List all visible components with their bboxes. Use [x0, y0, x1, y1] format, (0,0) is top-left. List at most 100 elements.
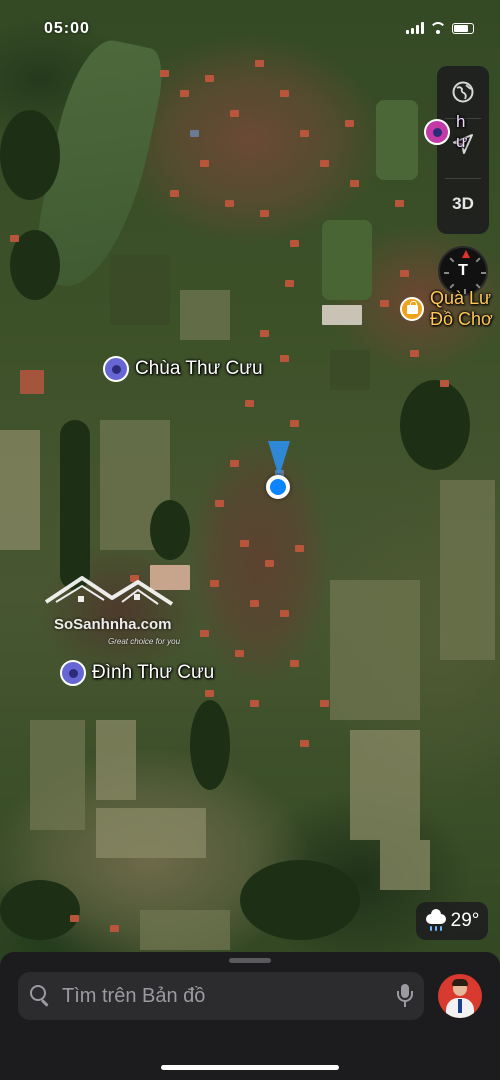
map-roof [280, 90, 289, 97]
map-roof [20, 370, 44, 394]
map-roof [260, 330, 269, 337]
map-roof [295, 545, 304, 552]
map-trees [240, 860, 360, 940]
current-location-marker[interactable] [264, 441, 294, 501]
map-field [180, 290, 230, 340]
map-roof [250, 700, 259, 707]
battery-icon [452, 22, 474, 34]
poi-pin-icon [103, 356, 129, 382]
poi-label: h ư [456, 112, 468, 151]
map-roof [230, 110, 239, 117]
microphone-icon[interactable] [396, 984, 414, 1010]
globe-icon [452, 81, 474, 103]
map-roof [300, 130, 309, 137]
map-roof [265, 560, 274, 567]
map-roof [180, 90, 189, 97]
map-roof [260, 210, 269, 217]
map-roof [320, 160, 329, 167]
poi-dinh-thu-cuu[interactable]: Đình Thư Cưu [60, 660, 214, 686]
map-trees [0, 110, 60, 200]
map-roof [300, 740, 309, 747]
map-roof [320, 700, 329, 707]
map-roof [285, 280, 294, 287]
map-field [140, 910, 230, 950]
status-icons [406, 22, 474, 34]
map-field [96, 720, 136, 800]
home-indicator[interactable] [161, 1065, 339, 1070]
map-roof [190, 130, 199, 137]
map-roof [200, 160, 209, 167]
view-3d-label: 3D [452, 194, 474, 213]
map-roof [400, 270, 409, 277]
map-trees [400, 380, 470, 470]
cloud-rain-icon [425, 909, 447, 932]
map-roof [280, 610, 289, 617]
avatar[interactable] [438, 974, 482, 1018]
map-roof [350, 180, 359, 187]
heading-beam [268, 441, 290, 477]
search-icon [30, 985, 52, 1007]
weather-temperature: 29° [450, 910, 480, 931]
watermark-brand: SoSanhnha.com [54, 616, 172, 633]
map-roof [210, 580, 219, 587]
signal-icon [406, 22, 424, 34]
map-roof [380, 300, 389, 307]
map-trees [150, 500, 190, 560]
poi-chua-thu-cuu[interactable]: Chùa Thư Cưu [103, 356, 263, 382]
map-roof [255, 60, 264, 67]
wifi-icon [430, 22, 446, 34]
poi-shop[interactable]: Quà Lư Đồ Chơ [400, 288, 493, 330]
map-pond [376, 100, 418, 180]
poi-partial-top[interactable]: h ư [424, 112, 467, 152]
map-field [0, 430, 40, 550]
watermark-tagline: Great choice for you [108, 637, 181, 646]
map-roof [395, 200, 404, 207]
bottom-sheet[interactable]: Tìm trên Bản đồ [0, 952, 500, 1080]
compass-needle [462, 250, 470, 258]
map-roof [110, 925, 119, 932]
map-roof [205, 75, 214, 82]
map-roof [245, 400, 254, 407]
map-pond [322, 220, 372, 300]
map-roof [205, 690, 214, 697]
map-roof [280, 355, 289, 362]
map-roof [230, 460, 239, 467]
map-roof [70, 915, 79, 922]
map-roof [225, 200, 234, 207]
map-trees [0, 880, 80, 940]
map-field [110, 255, 170, 325]
map-roof [235, 650, 244, 657]
poi-pin-icon [60, 660, 86, 686]
map-type-button[interactable] [437, 66, 489, 118]
map-field [330, 350, 370, 390]
map-field [440, 480, 495, 660]
map-roof [290, 240, 299, 247]
status-bar: 05:00 [0, 0, 500, 56]
poi-label: Quà Lư Đồ Chơ [430, 288, 493, 329]
map-roof [345, 120, 354, 127]
map-roof [170, 190, 179, 197]
poi-label: Đình Thư Cưu [92, 662, 215, 683]
map-field [96, 808, 206, 858]
weather-badge[interactable]: 29° [416, 902, 488, 940]
map-roof [322, 305, 362, 325]
view-3d-button[interactable]: 3D [437, 178, 489, 230]
map-field [330, 580, 420, 720]
map-trees [190, 700, 230, 790]
search-input[interactable]: Tìm trên Bản đồ [18, 972, 424, 1020]
search-placeholder: Tìm trên Bản đồ [62, 985, 206, 1007]
poi-label: Chùa Thư Cưu [135, 358, 263, 379]
map-roof [250, 600, 259, 607]
sheet-grabber[interactable] [229, 958, 271, 963]
watermark: SoSanhnha.com Great choice for you [42, 572, 192, 652]
map-roof [160, 70, 169, 77]
map-field [30, 720, 85, 830]
location-dot [266, 475, 290, 499]
shopping-bag-icon [400, 297, 424, 321]
map-trees [60, 420, 90, 590]
status-time: 05:00 [44, 20, 90, 37]
map-roof [200, 630, 209, 637]
map-field [350, 730, 420, 840]
map-roof [240, 540, 249, 547]
map-roof [410, 350, 419, 357]
